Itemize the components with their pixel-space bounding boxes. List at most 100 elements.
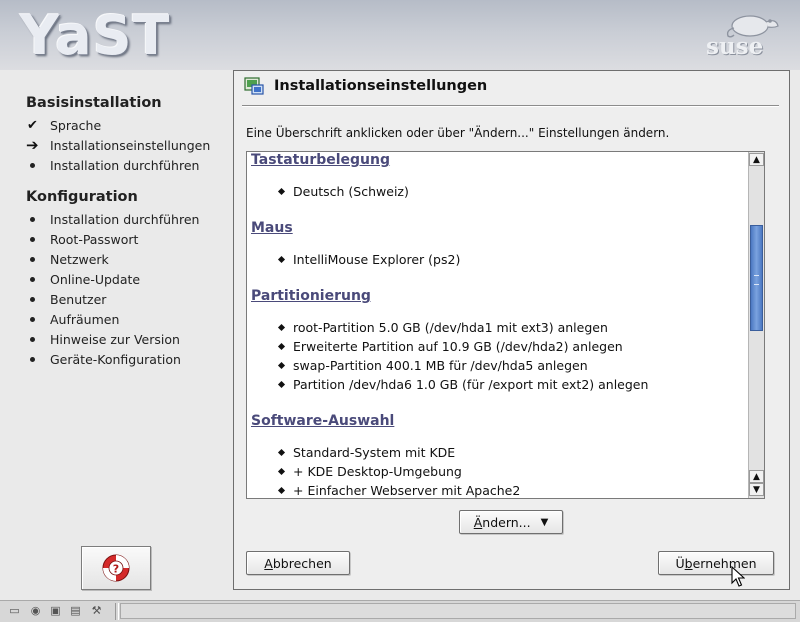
list-item: swap-Partition 400.1 MB für /dev/hda5 an… — [277, 358, 588, 373]
scrollbar-thumb[interactable] — [750, 225, 763, 331]
bullet-diamond-icon — [277, 323, 286, 332]
bullet-icon — [26, 162, 50, 168]
bullet-icon — [26, 296, 50, 302]
grip-icon — [754, 275, 759, 285]
sidebar-heading-basis: Basisinstallation — [26, 95, 162, 111]
suse-brand-text: suse — [706, 33, 764, 60]
bullet-diamond-icon — [277, 448, 286, 457]
accept-button[interactable]: Übernehmen — [658, 551, 774, 575]
instruction-text: Eine Überschrift anklicken oder über "Än… — [246, 126, 670, 140]
lifebuoy-help-icon: ? — [102, 554, 130, 582]
header-bar: YaST suse — [0, 0, 800, 70]
tools-icon[interactable]: ⚒ — [90, 604, 103, 617]
sidebar-item-label: Geräte-Konfiguration — [50, 351, 181, 367]
sidebar-item-config: Netzwerk — [26, 250, 226, 268]
list-item: IntelliMouse Explorer (ps2) — [277, 252, 461, 267]
list-item: Erweiterte Partition auf 10.9 GB (/dev/h… — [277, 339, 623, 354]
list-item-text: + KDE Desktop-Umgebung — [293, 464, 462, 479]
list-item-text: Deutsch (Schweiz) — [293, 184, 409, 199]
taskbar: ▭ ◉ ▣ ▤ ⚒ — [0, 600, 800, 622]
section-link-partitionierung[interactable]: Partitionierung — [251, 288, 371, 304]
bullet-icon — [26, 276, 50, 282]
list-item-text: root-Partition 5.0 GB (/dev/hda1 mit ext… — [293, 320, 608, 335]
arrow-down-icon: ▼ — [753, 484, 760, 495]
globe-icon[interactable]: ◉ — [29, 604, 42, 617]
list-item: root-Partition 5.0 GB (/dev/hda1 mit ext… — [277, 320, 608, 335]
sidebar-item-label: Installation durchführen — [50, 157, 200, 173]
dropdown-arrow-icon: ▼ — [540, 516, 549, 528]
list-item-text: swap-Partition 400.1 MB für /dev/hda5 an… — [293, 358, 588, 373]
main-panel: Installationseinstellungen Eine Überschr… — [233, 70, 790, 590]
list-item: Standard-System mit KDE — [277, 445, 456, 460]
bullet-icon — [26, 236, 50, 242]
settings-summary-view[interactable]: Tastaturbelegung Deutsch (Schweiz) Maus … — [246, 151, 765, 499]
sidebar-item-label: Installation durchführen — [50, 211, 200, 227]
sidebar-item-sprache: ✔ Sprache — [26, 116, 226, 134]
keyboard-icon[interactable]: ▭ — [8, 604, 21, 617]
bullet-icon — [26, 316, 50, 322]
sidebar-item-label: Root-Passwort — [50, 231, 139, 247]
mouse-cursor-icon — [731, 566, 745, 587]
bullet-diamond-icon — [277, 380, 286, 389]
taskbar-separator — [115, 603, 119, 620]
bullet-icon — [26, 216, 50, 222]
help-button[interactable]: ? — [81, 546, 151, 590]
sidebar-item-config: Online-Update — [26, 270, 226, 288]
scroll-up-button-lower[interactable]: ▲ — [749, 470, 764, 483]
list-item-text: Standard-System mit KDE — [293, 445, 456, 460]
bullet-diamond-icon — [277, 342, 286, 351]
disk-icon[interactable]: ▣ — [49, 604, 62, 617]
section-link-tastaturbelegung[interactable]: Tastaturbelegung — [251, 152, 390, 168]
list-item-text: Erweiterte Partition auf 10.9 GB (/dev/h… — [293, 339, 623, 354]
sidebar-item-config: Geräte-Konfiguration — [26, 350, 226, 368]
folder-icon[interactable]: ▤ — [69, 604, 82, 617]
bullet-diamond-icon — [277, 361, 286, 370]
sidebar-item-config: Installation durchführen — [26, 210, 226, 228]
sidebar-item-label: Netzwerk — [50, 251, 109, 267]
title-divider — [242, 105, 779, 107]
scroll-down-button[interactable]: ▼ — [749, 483, 764, 496]
section-link-maus[interactable]: Maus — [251, 220, 293, 236]
check-icon: ✔ — [27, 117, 38, 133]
cancel-button[interactable]: Abbrechen — [246, 551, 350, 575]
sidebar-item-config: Aufräumen — [26, 310, 226, 328]
bullet-diamond-icon — [277, 467, 286, 476]
list-item-text: IntelliMouse Explorer (ps2) — [293, 252, 461, 267]
sidebar-item-config: Hinweise zur Version — [26, 330, 226, 348]
list-item-text: + Einfacher Webserver mit Apache2 — [293, 483, 521, 498]
sidebar-item-installation: Installation durchführen — [26, 156, 226, 174]
bullet-icon — [26, 356, 50, 362]
bullet-icon — [26, 256, 50, 262]
change-button[interactable]: Ändern... ▼ — [459, 510, 563, 534]
bullet-icon — [26, 336, 50, 342]
arrow-right-icon: ➔ — [26, 136, 39, 154]
bullet-diamond-icon — [277, 255, 286, 264]
bullet-diamond-icon — [277, 486, 286, 495]
sidebar-item-installationseinstellungen: ➔ Installationseinstellungen — [26, 136, 226, 154]
bullet-diamond-icon — [277, 187, 286, 196]
sidebar-item-label: Aufräumen — [50, 311, 120, 327]
list-item: + KDE Desktop-Umgebung — [277, 464, 462, 479]
sidebar-item-label: Hinweise zur Version — [50, 331, 180, 347]
section-link-software-auswahl[interactable]: Software-Auswahl — [251, 413, 394, 429]
sidebar-item-label: Installationseinstellungen — [50, 137, 211, 153]
sidebar-item-label: Benutzer — [50, 291, 107, 307]
yast-logo: YaST — [20, 4, 171, 67]
list-item-text: Partition /dev/hda6 1.0 GB (für /export … — [293, 377, 649, 392]
page-title: Installationseinstellungen — [274, 78, 488, 94]
sidebar-item-config: Root-Passwort — [26, 230, 226, 248]
list-item: Deutsch (Schweiz) — [277, 184, 409, 199]
taskbar-task-area[interactable] — [120, 603, 796, 619]
settings-monitor-icon — [244, 77, 264, 95]
change-button-label: Ändern... — [473, 514, 531, 530]
cancel-button-label: Abbrechen — [264, 555, 332, 571]
sidebar-heading-konfiguration: Konfiguration — [26, 189, 138, 205]
vertical-scrollbar[interactable]: ▲ ▲ ▼ — [748, 152, 764, 498]
scroll-up-button[interactable]: ▲ — [749, 153, 764, 166]
list-item: + Einfacher Webserver mit Apache2 — [277, 483, 521, 498]
arrow-up-icon: ▲ — [753, 154, 760, 165]
sidebar-item-label: Sprache — [50, 117, 102, 133]
sidebar: Basisinstallation ✔ Sprache ➔ Installati… — [0, 70, 232, 600]
sidebar-item-config: Benutzer — [26, 290, 226, 308]
svg-text:?: ? — [113, 563, 119, 576]
